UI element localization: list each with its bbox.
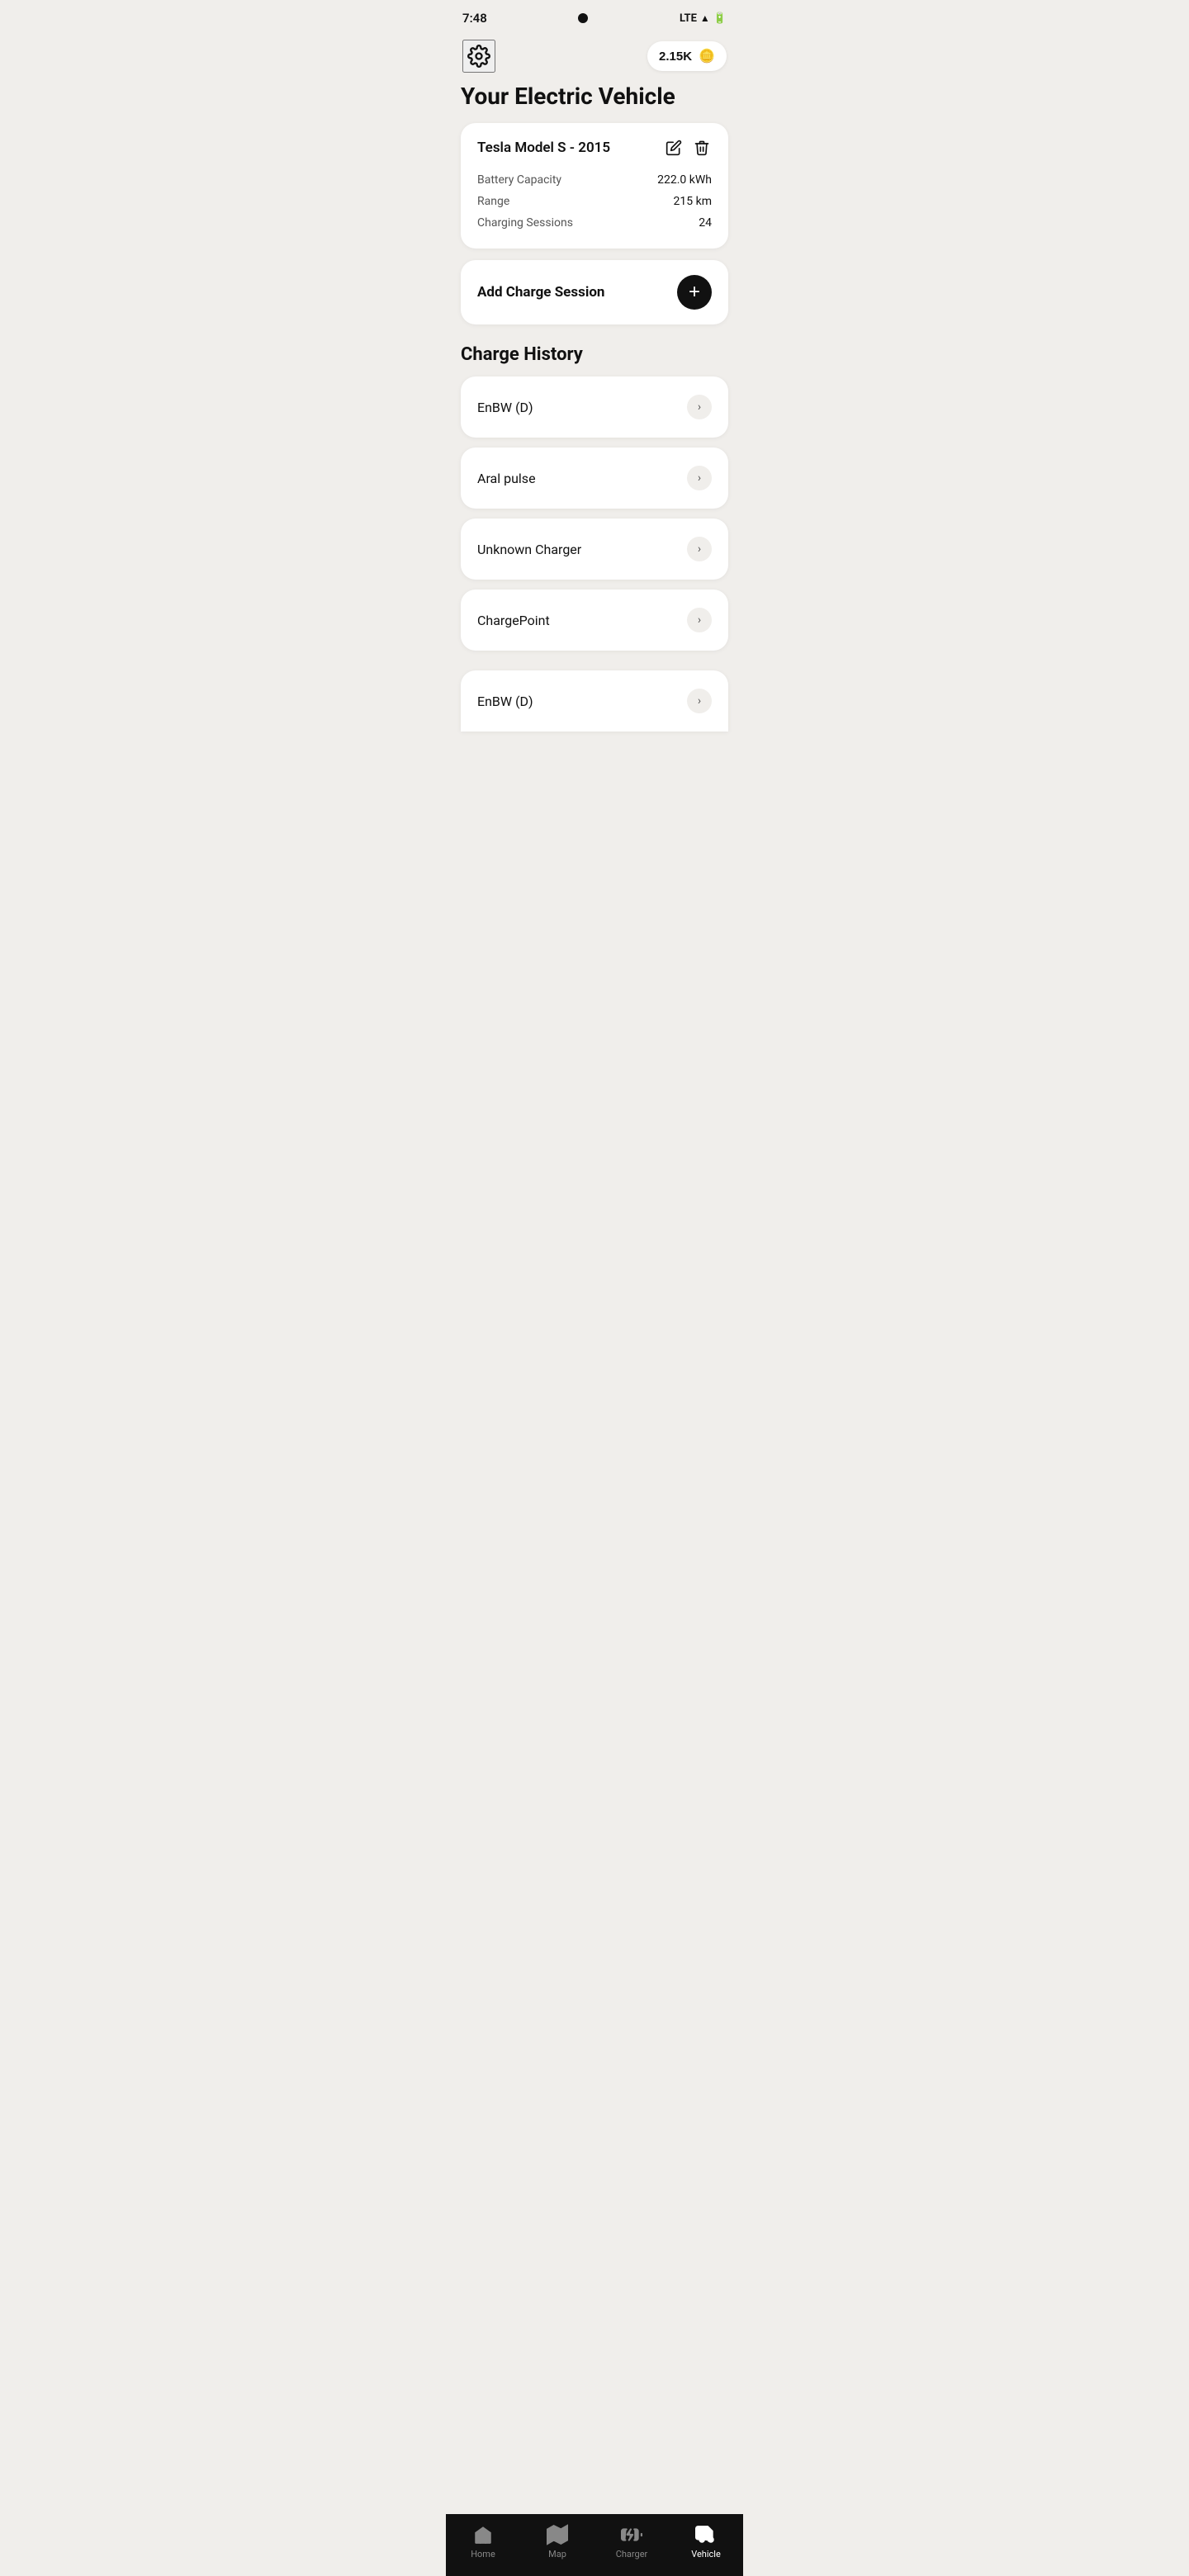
nav-charger-label: Charger	[616, 2549, 648, 2559]
nav-vehicle-label: Vehicle	[691, 2549, 721, 2559]
home-icon	[472, 2524, 494, 2545]
settings-button[interactable]	[462, 40, 495, 73]
range-row: Range 215 km	[477, 191, 712, 212]
vehicle-card-header: Tesla Model S - 2015	[477, 138, 712, 158]
nav-home[interactable]: Home	[458, 2524, 508, 2559]
camera-dot	[578, 13, 588, 23]
status-time: 7:48	[462, 11, 487, 26]
chevron-right-icon: ›	[687, 466, 712, 490]
status-icons: LTE ▲ 🔋	[680, 12, 727, 25]
edit-icon	[666, 140, 682, 156]
history-item[interactable]: Unknown Charger ›	[461, 519, 728, 580]
history-item-label: Aral pulse	[477, 471, 536, 486]
gear-icon	[467, 45, 490, 68]
sessions-label: Charging Sessions	[477, 216, 573, 230]
delete-vehicle-button[interactable]	[692, 138, 712, 158]
network-type: LTE	[680, 12, 697, 25]
vehicle-actions	[664, 138, 712, 158]
chevron-right-icon: ›	[687, 608, 712, 632]
nav-map[interactable]: Map	[533, 2524, 582, 2559]
battery-row: Battery Capacity 222.0 kWh	[477, 169, 712, 191]
signal-icon: ▲	[700, 12, 710, 24]
battery-label: Battery Capacity	[477, 173, 561, 187]
add-session-label: Add Charge Session	[477, 284, 604, 301]
charge-history-title: Charge History	[461, 344, 728, 365]
battery-value: 222.0 kWh	[657, 173, 712, 187]
edit-vehicle-button[interactable]	[664, 138, 684, 158]
top-bar: 2.15K 🪙	[446, 33, 743, 83]
vehicle-name: Tesla Model S - 2015	[477, 140, 610, 156]
nav-vehicle[interactable]: Vehicle	[681, 2524, 731, 2559]
wallet-amount: 2.15K	[659, 50, 692, 64]
chevron-right-icon: ›	[687, 689, 712, 713]
bottom-nav: Home Map Charger Vehicle	[446, 2514, 743, 2576]
plus-icon: +	[689, 282, 700, 302]
history-item-label: EnBW (D)	[477, 400, 533, 415]
history-item[interactable]: EnBW (D) ›	[461, 376, 728, 438]
sessions-row: Charging Sessions 24	[477, 212, 712, 234]
sessions-value: 24	[699, 216, 712, 230]
nav-home-label: Home	[471, 2549, 495, 2559]
history-item-label: Unknown Charger	[477, 542, 581, 557]
vehicle-icon	[695, 2524, 717, 2545]
history-item-label: EnBW (D)	[477, 694, 533, 709]
map-icon	[547, 2524, 568, 2545]
vehicle-card: Tesla Model S - 2015	[461, 123, 728, 249]
history-list: EnBW (D) › Aral pulse › Unknown Charger …	[461, 376, 728, 732]
add-session-card[interactable]: Add Charge Session +	[461, 260, 728, 324]
wallet-icon: 🪙	[699, 48, 715, 64]
range-label: Range	[477, 195, 509, 208]
history-item-partial[interactable]: EnBW (D) ›	[461, 670, 728, 732]
main-content: Your Electric Vehicle Tesla Model S - 20…	[446, 83, 743, 798]
page-title: Your Electric Vehicle	[461, 83, 728, 110]
camera-area	[578, 13, 588, 23]
add-session-button[interactable]: +	[677, 275, 712, 310]
history-item-label: ChargePoint	[477, 613, 550, 628]
trash-icon	[694, 140, 710, 156]
battery-icon: 🔋	[713, 12, 727, 25]
charger-icon	[621, 2524, 642, 2545]
nav-map-label: Map	[548, 2549, 566, 2559]
wallet-button[interactable]: 2.15K 🪙	[647, 41, 727, 71]
history-item[interactable]: Aral pulse ›	[461, 447, 728, 509]
status-bar: 7:48 LTE ▲ 🔋	[446, 0, 743, 33]
chevron-right-icon: ›	[687, 395, 712, 419]
history-item[interactable]: ChargePoint ›	[461, 590, 728, 651]
nav-charger[interactable]: Charger	[607, 2524, 656, 2559]
range-value: 215 km	[674, 195, 712, 208]
chevron-right-icon: ›	[687, 537, 712, 561]
